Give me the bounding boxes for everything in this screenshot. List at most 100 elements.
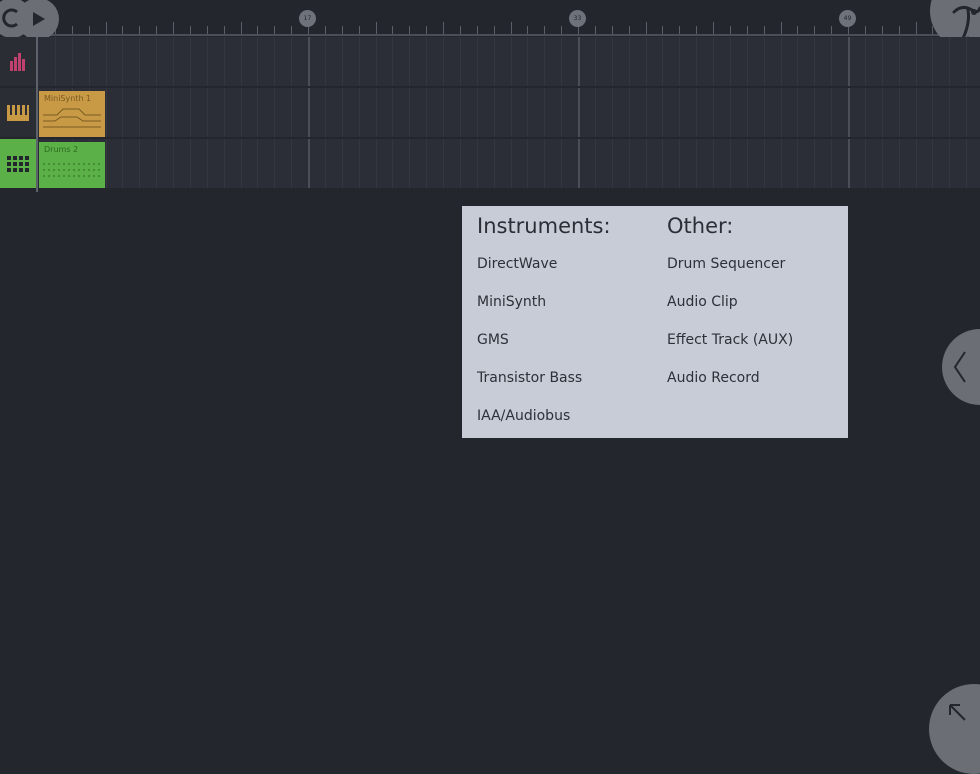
grid-line	[848, 139, 850, 188]
chevron-left-icon	[953, 351, 966, 383]
grid-line	[814, 37, 816, 86]
grid-line	[729, 88, 731, 137]
grid-line	[746, 88, 748, 137]
grid-line	[223, 139, 225, 188]
grid-line	[645, 88, 647, 137]
grid-line	[291, 37, 293, 86]
grid-line	[898, 139, 900, 188]
grid-line	[864, 37, 866, 86]
grid-line	[459, 139, 461, 188]
grid-line	[611, 88, 613, 137]
track-header-minisynth[interactable]	[0, 88, 36, 137]
grid-line	[611, 139, 613, 188]
grid-line	[189, 37, 191, 86]
menu-item-audio-record[interactable]: Audio Record	[667, 370, 760, 386]
grid-line	[864, 139, 866, 188]
grid-line	[122, 88, 124, 137]
ruler-tick	[240, 22, 242, 34]
grid-line	[476, 88, 478, 137]
ruler-tick	[780, 22, 782, 34]
grid-line	[949, 139, 951, 188]
playhead[interactable]	[36, 37, 38, 192]
ruler-tick	[611, 26, 613, 34]
ruler-tick	[696, 26, 698, 34]
grid-line	[527, 88, 529, 137]
grid-line	[729, 139, 731, 188]
play-button[interactable]	[17, 0, 59, 40]
grid-line	[831, 37, 833, 86]
ruler-tick	[915, 22, 917, 34]
grid-line	[426, 139, 428, 188]
ruler-tick	[510, 22, 512, 34]
piano-icon	[7, 104, 29, 121]
clip-minisynth[interactable]: MiniSynth 1	[39, 91, 105, 137]
ruler-tick	[443, 22, 444, 34]
ruler-tick	[493, 26, 495, 34]
grid-line	[831, 139, 833, 188]
grid-line	[426, 37, 428, 86]
ruler-tick	[797, 26, 799, 34]
grid-line	[763, 37, 765, 86]
grid-line	[713, 88, 714, 137]
track-area[interactable]: MiniSynth 1 Drums 2	[0, 37, 980, 192]
grid-line	[696, 37, 698, 86]
grid-line	[375, 88, 377, 137]
grid-line	[308, 88, 310, 137]
ruler-tick	[341, 26, 343, 34]
grid-line	[797, 139, 799, 188]
bar-marker-49[interactable]: 49	[839, 10, 856, 27]
grid-line	[122, 139, 124, 188]
menu-item-directwave[interactable]: DirectWave	[477, 256, 557, 272]
track-lane-minisynth[interactable]	[38, 88, 980, 137]
grid-line	[443, 37, 444, 86]
ruler-tick	[189, 26, 191, 34]
menu-item-iaa-audiobus[interactable]: IAA/Audiobus	[477, 408, 570, 424]
grid-line	[358, 139, 360, 188]
app-logo-icon	[952, 5, 980, 41]
ruler-tick	[679, 26, 681, 34]
track-header-master[interactable]	[0, 37, 36, 86]
clip-drums[interactable]: Drums 2	[39, 142, 105, 188]
grid-line	[780, 37, 782, 86]
grid-line	[139, 139, 141, 188]
track-lane-master[interactable]	[38, 37, 980, 86]
grid-line	[898, 37, 900, 86]
instruments-heading: Instruments:	[477, 214, 611, 238]
grid-line	[392, 139, 394, 188]
grid-line	[527, 37, 529, 86]
mixer-icon	[10, 52, 25, 71]
menu-item-effect-track[interactable]: Effect Track (AUX)	[667, 332, 793, 348]
grid-line	[308, 37, 310, 86]
menu-item-transistor-bass[interactable]: Transistor Bass	[477, 370, 582, 386]
ruler-tick	[881, 26, 883, 34]
grid-line	[240, 37, 242, 86]
ruler-tick	[375, 22, 377, 34]
menu-item-audio-clip[interactable]: Audio Clip	[667, 294, 738, 310]
bar-marker-33[interactable]: 33	[569, 10, 586, 27]
ruler-tick	[358, 26, 360, 34]
grid-line	[966, 88, 968, 137]
track-lane-drums[interactable]	[38, 139, 980, 188]
grid-line	[291, 88, 293, 137]
grid-line	[814, 139, 816, 188]
grid-line	[932, 37, 934, 86]
track-header-drums[interactable]	[0, 139, 36, 188]
grid-line	[729, 37, 731, 86]
grid-line	[814, 88, 816, 137]
collapse-panel-button[interactable]	[942, 329, 980, 405]
menu-item-gms[interactable]: GMS	[477, 332, 509, 348]
grid-line	[966, 37, 968, 86]
grid-line	[409, 88, 411, 137]
bar-marker-17[interactable]: 17	[299, 10, 316, 27]
grid-line	[713, 139, 714, 188]
ruler-tick	[561, 26, 563, 34]
ruler-tick	[662, 26, 664, 34]
menu-item-drum-sequencer[interactable]: Drum Sequencer	[667, 256, 785, 272]
ruler-tick	[527, 26, 529, 34]
ruler-tick	[122, 26, 124, 34]
expand-button[interactable]	[929, 684, 980, 774]
grid-line	[578, 88, 580, 137]
menu-item-minisynth[interactable]: MiniSynth	[477, 294, 546, 310]
timeline-ruler[interactable]: 17 33 49	[0, 0, 980, 36]
grid-line	[240, 139, 242, 188]
